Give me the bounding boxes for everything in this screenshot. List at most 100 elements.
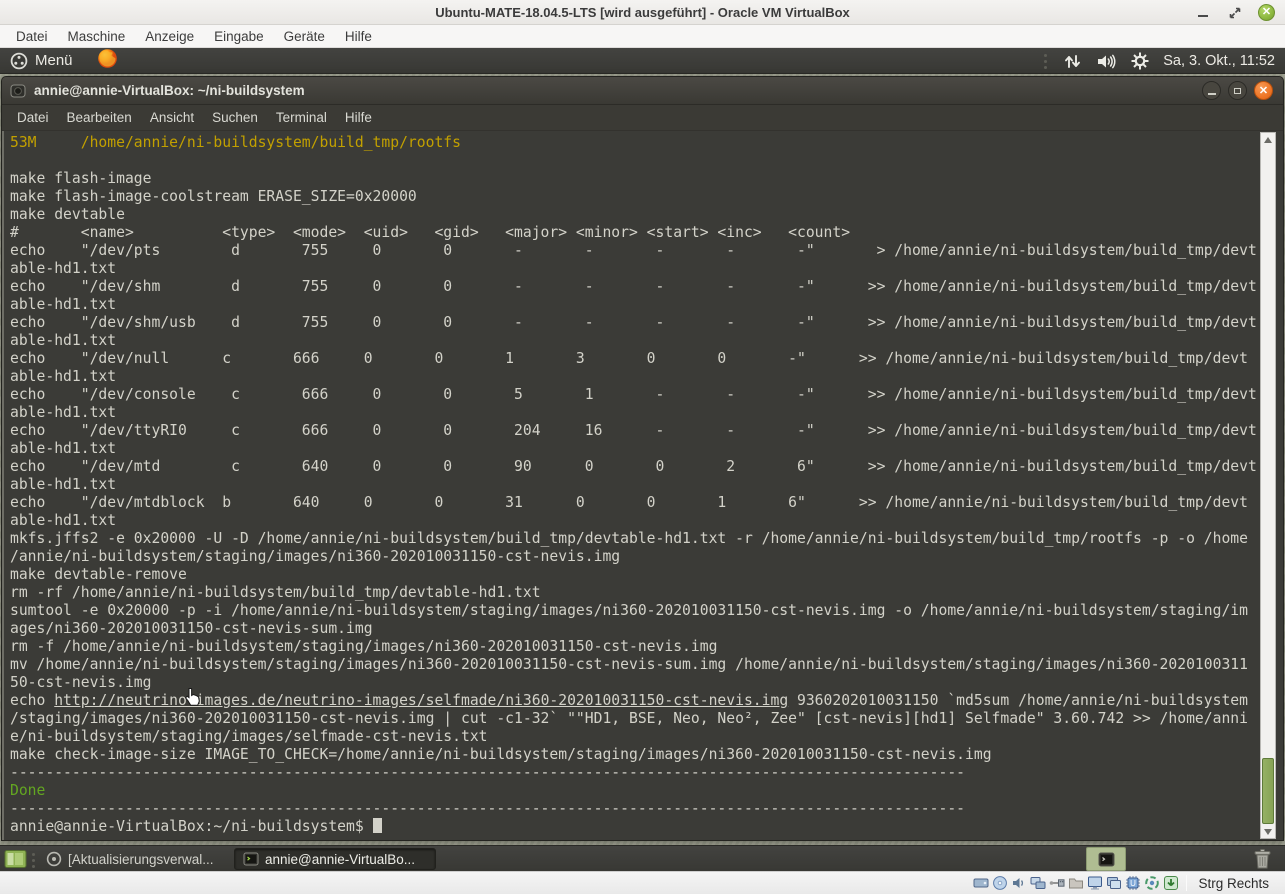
taskbar-task-terminal[interactable]: annie@annie-VirtualBo...: [234, 848, 436, 870]
terminal-line: rm -f /home/annie/ni-buildsystem/staging…: [10, 638, 1257, 656]
terminal-line: echo "/dev/shm d 755 0 0 - - - - -" >> /…: [10, 278, 1257, 296]
minimize-icon: [1208, 93, 1216, 95]
vm-window-title: Ubuntu-MATE-18.04.5-LTS [wird ausgeführt…: [0, 5, 1285, 20]
harddisk-icon[interactable]: [973, 875, 989, 891]
screen: Ubuntu-MATE-18.04.5-LTS [wird ausgeführt…: [0, 0, 1285, 894]
terminal-minimize-button[interactable]: [1202, 81, 1221, 100]
firefox-icon: [97, 48, 118, 69]
mouse-pointer-cursor: [183, 687, 201, 707]
terminal-line: make devtable-remove: [10, 566, 1257, 584]
volume-icon[interactable]: [1096, 53, 1117, 70]
terminal-menu-terminal[interactable]: Terminal: [267, 107, 336, 128]
vm-menu-hilfe[interactable]: Hilfe: [335, 27, 382, 46]
terminal-line: 53M /home/annie/ni-buildsystem/build_tmp…: [10, 134, 1257, 152]
recording-icon[interactable]: [1106, 875, 1122, 891]
network-icon[interactable]: [1030, 875, 1046, 891]
terminal-line: /annie/ni-buildsystem/staging/images/ni3…: [10, 548, 1257, 566]
network-traffic-icon[interactable]: [1063, 53, 1082, 70]
vm-menu-maschine[interactable]: Maschine: [58, 27, 136, 46]
terminal-scrollbar[interactable]: [1260, 132, 1276, 839]
terminal-line: echo "/dev/shm/usb d 755 0 0 - - - - -" …: [10, 314, 1257, 332]
mate-bottom-panel: [Aktualisierungsverwal... annie@annie-Vi…: [0, 845, 1285, 871]
vm-menubar: Datei Maschine Anzeige Eingabe Geräte Hi…: [0, 25, 1285, 48]
terminal-line: ages/ni360-202010031150-cst-nevis-sum.im…: [10, 620, 1257, 638]
mate-menu-label: Menü: [35, 52, 73, 69]
vm-menu-eingabe[interactable]: Eingabe: [204, 27, 274, 46]
terminal-titlebar[interactable]: annie@annie-VirtualBox: ~/ni-buildsystem…: [2, 77, 1283, 105]
task-label: annie@annie-VirtualBo...: [265, 852, 415, 867]
terminal-line: able-hd1.txt: [10, 512, 1257, 530]
usb-icon[interactable]: [1049, 875, 1065, 891]
display-icon[interactable]: [1087, 875, 1103, 891]
terminal-line: able-hd1.txt: [10, 440, 1257, 458]
task-label: [Aktualisierungsverwal...: [68, 852, 214, 867]
terminal-close-button[interactable]: ✕: [1254, 81, 1273, 100]
taskbar-task-update-manager[interactable]: [Aktualisierungsverwal...: [38, 848, 232, 870]
terminal-menubar: Datei Bearbeiten Ansicht Suchen Terminal…: [2, 105, 1283, 131]
terminal-url-link[interactable]: http://neutrino-images.de/neutrino-image…: [54, 692, 788, 709]
terminal-output: 53M /home/annie/ni-buildsystem/build_tmp…: [10, 134, 1257, 836]
show-desktop-icon: [4, 849, 27, 869]
terminal-line: e/ni-buildsystem/staging/images/selfmade…: [10, 728, 1257, 746]
terminal-line: able-hd1.txt: [10, 368, 1257, 386]
mate-top-panel: Menü: [0, 48, 1285, 74]
terminal-line: able-hd1.txt: [10, 476, 1257, 494]
terminal-line: ----------------------------------------…: [10, 800, 1257, 818]
window-selector-button[interactable]: [1086, 847, 1126, 871]
maximize-icon: [1234, 88, 1241, 94]
features-chip-icon[interactable]: U: [1125, 875, 1141, 891]
minimize-icon: [1198, 15, 1208, 17]
terminal-line: make check-image-size IMAGE_TO_CHECK=/ho…: [10, 746, 1257, 764]
mouse-integration-icon[interactable]: [1144, 875, 1160, 891]
terminal-line: able-hd1.txt: [10, 260, 1257, 278]
tasklist-grip-handle[interactable]: [30, 853, 37, 868]
optical-disc-icon[interactable]: [992, 875, 1008, 891]
vm-menu-geraete[interactable]: Geräte: [274, 27, 335, 46]
shared-folders-icon[interactable]: [1068, 875, 1084, 891]
terminal-line: rm -rf /home/annie/ni-buildsystem/build_…: [10, 584, 1257, 602]
firefox-launcher[interactable]: [97, 48, 118, 74]
terminal-line: sumtool -e 0x20000 -p -i /home/annie/ni-…: [10, 602, 1257, 620]
terminal-line: able-hd1.txt: [10, 332, 1257, 350]
mate-menu-button[interactable]: Menü: [0, 48, 83, 73]
terminal-line: /staging/images/ni360-202010031150-cst-n…: [10, 710, 1257, 728]
vm-restore-button[interactable]: [1226, 4, 1244, 22]
terminal-app-icon: [10, 83, 26, 99]
terminal-line: mv /home/annie/ni-buildsystem/staging/im…: [10, 656, 1257, 674]
terminal-menu-hilfe[interactable]: Hilfe: [336, 107, 381, 128]
terminal-maximize-button[interactable]: [1228, 81, 1247, 100]
terminal-line: echo "/dev/null c 666 0 0 1 3 0 0 -" >> …: [10, 350, 1257, 368]
terminal-line: make flash-image: [10, 170, 1257, 188]
terminal-menu-datei[interactable]: Datei: [8, 107, 58, 128]
scrollbar-up-arrow[interactable]: [1261, 133, 1275, 146]
terminal-icon: [243, 851, 259, 867]
vm-minimize-button[interactable]: [1194, 4, 1212, 22]
terminal-line: [10, 152, 1257, 170]
statusbar-divider: [1186, 875, 1187, 891]
audio-icon[interactable]: [1011, 875, 1027, 891]
terminal-line: Done: [10, 782, 1257, 800]
terminal-line: # <name> <type> <mode> <uid> <gid> <majo…: [10, 224, 1257, 242]
terminal-content[interactable]: 53M /home/annie/ni-buildsystem/build_tmp…: [2, 131, 1283, 840]
terminal-line: annie@annie-VirtualBox:~/ni-buildsystem$: [10, 818, 1257, 836]
vbox-statusbar: U Strg Rechts: [0, 871, 1285, 894]
mate-menu-icon: [10, 52, 28, 70]
panel-clock[interactable]: Sa, 3. Okt., 11:52: [1163, 53, 1275, 69]
terminal-menu-bearbeiten[interactable]: Bearbeiten: [58, 107, 141, 128]
power-gear-icon[interactable]: [1131, 52, 1149, 70]
update-manager-icon: [46, 851, 62, 867]
panel-grip-handle[interactable]: [1042, 54, 1049, 69]
terminal-menu-ansicht[interactable]: Ansicht: [141, 107, 203, 128]
terminal-line: make devtable: [10, 206, 1257, 224]
scrollbar-down-arrow[interactable]: [1261, 825, 1275, 838]
scrollbar-thumb[interactable]: [1262, 758, 1274, 824]
terminal-menu-suchen[interactable]: Suchen: [203, 107, 267, 128]
terminal-line: echo "/dev/console c 666 0 0 5 1 - - -" …: [10, 386, 1257, 404]
keyboard-icon[interactable]: [1163, 875, 1179, 891]
vm-menu-anzeige[interactable]: Anzeige: [135, 27, 204, 46]
vm-menu-datei[interactable]: Datei: [6, 27, 58, 46]
vm-close-button[interactable]: ✕: [1258, 4, 1275, 21]
svg-text:U: U: [1131, 879, 1137, 888]
terminal-window: annie@annie-VirtualBox: ~/ni-buildsystem…: [1, 76, 1284, 841]
terminal-line: ----------------------------------------…: [10, 764, 1257, 782]
